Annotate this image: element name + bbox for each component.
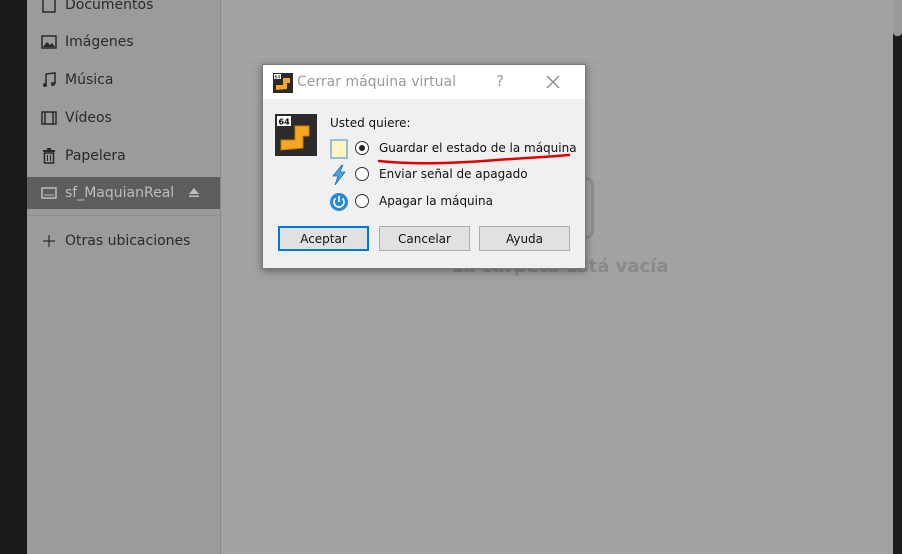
sidebar-item-label: sf_MaquianReal	[65, 185, 175, 201]
image-icon	[40, 33, 58, 51]
lightning-icon	[329, 164, 349, 186]
eject-icon[interactable]	[188, 186, 200, 202]
file-manager-sidebar: Documentos Imágenes Música Vídeos Papele…	[27, 0, 221, 554]
sidebar-item-label: Papelera	[65, 148, 126, 164]
cancel-button[interactable]: Cancelar	[379, 226, 470, 251]
scrollbar[interactable]	[893, 0, 902, 36]
sidebar-item-imagenes[interactable]: Imágenes	[27, 26, 220, 58]
virtualbox-logo-icon: 64	[275, 114, 317, 156]
sidebar-item-documentos[interactable]: Documentos	[27, 0, 220, 21]
option-label: Enviar señal de apagado	[379, 167, 528, 181]
shutdown-signal-radio[interactable]	[355, 167, 369, 181]
document-icon	[40, 0, 58, 14]
sidebar-item-otras-ubicaciones[interactable]: Otras ubicaciones	[27, 225, 220, 257]
left-window-edge	[0, 0, 27, 554]
virtualbox-icon: 64	[273, 73, 293, 93]
help-icon[interactable]: ?	[491, 72, 509, 90]
trash-icon	[40, 147, 58, 165]
power-off-radio[interactable]	[355, 194, 369, 208]
help-button[interactable]: Ayuda	[479, 226, 570, 251]
close-icon[interactable]	[545, 74, 561, 90]
accept-button[interactable]: Aceptar	[278, 226, 369, 251]
save-state-radio[interactable]	[355, 141, 369, 155]
option-power-off[interactable]: Apagar la máquina	[329, 191, 579, 213]
dialog-titlebar[interactable]: 64 Cerrar máquina virtual ?	[263, 65, 585, 99]
sidebar-item-label: Otras ubicaciones	[65, 233, 191, 249]
sidebar-separator	[27, 215, 220, 216]
sidebar-item-label: Imágenes	[65, 34, 134, 50]
option-send-shutdown-signal[interactable]: Enviar señal de apagado	[329, 164, 579, 186]
sidebar-item-label: Documentos	[65, 0, 154, 13]
music-icon	[40, 71, 58, 89]
sidebar-item-label: Vídeos	[65, 110, 112, 126]
svg-text:64: 64	[275, 74, 281, 80]
option-label: Apagar la máquina	[379, 194, 493, 208]
video-icon	[40, 109, 58, 127]
dialog-title: Cerrar máquina virtual	[297, 74, 456, 90]
close-vm-dialog: 64 Cerrar máquina virtual ? 64 Usted qui…	[262, 64, 586, 269]
sidebar-item-sf-maquianreal[interactable]: sf_MaquianReal	[27, 177, 220, 209]
sidebar-item-videos[interactable]: Vídeos	[27, 102, 220, 134]
sidebar-item-musica[interactable]: Música	[27, 64, 220, 96]
power-icon	[329, 192, 349, 212]
plus-icon	[40, 232, 58, 250]
save-state-icon	[329, 139, 349, 159]
sidebar-item-label: Música	[65, 72, 114, 88]
drive-icon	[40, 184, 58, 202]
dialog-prompt: Usted quiere:	[330, 116, 411, 130]
sidebar-item-papelera[interactable]: Papelera	[27, 140, 220, 172]
right-window-edge	[893, 0, 902, 554]
svg-text:64: 64	[279, 118, 291, 127]
